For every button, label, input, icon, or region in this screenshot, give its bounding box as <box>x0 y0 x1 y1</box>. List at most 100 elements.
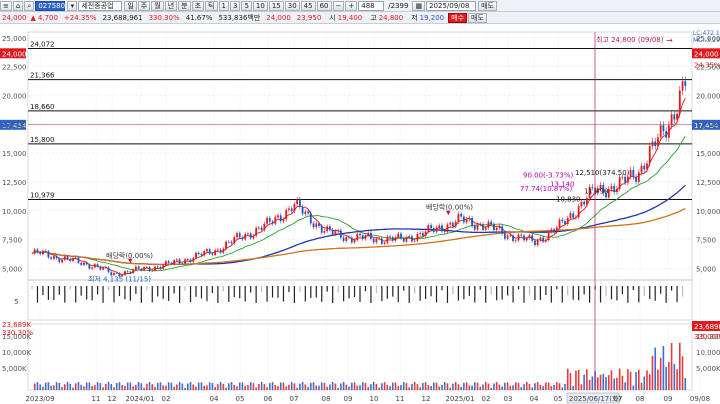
period-minute-button[interactable]: 분 <box>178 0 191 11</box>
more-button[interactable]: 매도 <box>478 0 497 11</box>
signal-bar <box>179 286 181 303</box>
candle-body <box>331 229 334 235</box>
candle-body <box>462 216 465 223</box>
y-tick-label-left: 15,000 <box>2 150 27 158</box>
period-year-button[interactable]: 년 <box>164 0 178 11</box>
candle-body <box>266 218 268 224</box>
volume-tag-left: 23,689K <box>2 321 31 329</box>
stock-chart[interactable]: 24,07221,36618,66015,80010,979 5 15,000K… <box>0 24 720 404</box>
interval-3-button[interactable]: 3 <box>229 0 241 11</box>
volume-bar <box>536 382 539 390</box>
candle-body <box>616 188 618 193</box>
interval-1-button[interactable]: 1 <box>218 0 229 11</box>
volume-bar <box>326 386 328 390</box>
interval-30-button[interactable]: 30 <box>284 0 300 11</box>
volume-bar <box>301 382 304 390</box>
volume-bar <box>135 384 137 390</box>
volume-bar <box>181 383 184 390</box>
signal-bar <box>75 286 77 303</box>
calendar-icon[interactable]: ▦ <box>412 0 426 11</box>
period-week-button[interactable]: 주 <box>137 0 151 11</box>
volume-bar <box>176 384 178 390</box>
high-marker-icon: → <box>666 36 673 45</box>
candle-body <box>99 266 102 270</box>
search-icon[interactable]: ⌕ <box>24 0 35 11</box>
candle-body <box>662 125 665 132</box>
volume-bar <box>61 387 63 390</box>
volume-bar <box>260 382 263 390</box>
volume-bar <box>542 386 544 390</box>
volume-bar <box>427 385 430 390</box>
candle-body <box>654 141 657 147</box>
menu-icon[interactable]: ≡ <box>0 0 12 11</box>
volume-bar <box>121 385 123 390</box>
volume-bar <box>241 382 244 390</box>
volume-bar <box>400 385 402 390</box>
y-tick-label-right: 25,000 <box>696 35 720 43</box>
candle-body <box>555 227 558 232</box>
resistance-label: 15,800 <box>30 136 55 144</box>
signal-bar <box>408 286 410 303</box>
signal-bar <box>523 286 525 303</box>
signal-bar <box>31 286 33 289</box>
turnover: 41.67% <box>185 13 213 22</box>
period-tick-button[interactable]: 틱 <box>205 0 218 11</box>
candle-body <box>624 176 627 183</box>
volume-bar <box>33 383 36 390</box>
candle-body <box>441 225 443 232</box>
interval-10-button[interactable]: 10 <box>252 0 268 11</box>
volume-bar <box>331 382 334 390</box>
volume-bar <box>602 373 605 390</box>
signal-bar <box>512 286 514 303</box>
volume-bar <box>361 382 364 390</box>
stock-name-field[interactable]: 세진중공업 <box>78 0 123 11</box>
interval-60-button[interactable]: 60 <box>316 0 332 11</box>
volume-bar <box>482 384 484 390</box>
volume-bar <box>402 382 405 390</box>
volume-bar <box>274 385 277 390</box>
volume-bar <box>572 386 574 390</box>
zoom-out-button[interactable]: − <box>332 0 345 11</box>
candle-body <box>162 265 165 269</box>
period-second-button[interactable]: 초 <box>191 0 205 11</box>
volume-bar <box>545 382 547 390</box>
signal-bar <box>545 286 547 296</box>
candle-body <box>528 235 531 239</box>
volume-bar <box>430 385 432 390</box>
interval-5-button[interactable]: 5 <box>241 0 252 11</box>
signal-bar <box>501 286 503 300</box>
candle-body <box>350 237 353 243</box>
candle-body <box>227 241 230 243</box>
volume-bar <box>345 384 348 390</box>
date-field[interactable]: 2025/09/08 <box>426 0 477 11</box>
interval-15-button[interactable]: 15 <box>268 0 284 11</box>
volume-tick-label-right: 5,000K <box>696 365 720 373</box>
signal-bar <box>638 286 640 303</box>
period-day-button[interactable]: 일 <box>124 0 137 11</box>
candle-body <box>285 209 288 220</box>
candle-body <box>684 81 687 87</box>
volume-ratio-tag: 330.30% <box>694 333 720 341</box>
volume-bar <box>648 374 651 390</box>
volume-bar <box>443 382 446 390</box>
lock-icon[interactable]: ⌂ <box>12 0 24 11</box>
zoom-in-button[interactable]: + <box>345 0 358 11</box>
signal-bar <box>671 286 673 291</box>
signal-bar <box>430 286 432 297</box>
sell-button[interactable]: 매도 <box>468 12 487 23</box>
buy-button[interactable]: 매수 <box>448 12 468 23</box>
candle-body <box>255 227 258 236</box>
stock-code-field[interactable]: 027580 <box>35 0 66 11</box>
display-count-field[interactable]: 488 <box>358 0 385 11</box>
period-month-button[interactable]: 월 <box>151 0 164 11</box>
stock-search-button[interactable]: ▾ <box>67 0 78 11</box>
volume-bar <box>468 385 471 390</box>
signal-bar <box>599 286 602 303</box>
volume-bar <box>422 383 424 390</box>
signal-bar <box>343 286 345 302</box>
candle-body <box>534 240 536 246</box>
candle-body <box>553 229 555 232</box>
volume-bar <box>36 382 39 390</box>
y-tick-label-right: 20,000 <box>696 92 720 100</box>
interval-45-button[interactable]: 45 <box>300 0 316 11</box>
